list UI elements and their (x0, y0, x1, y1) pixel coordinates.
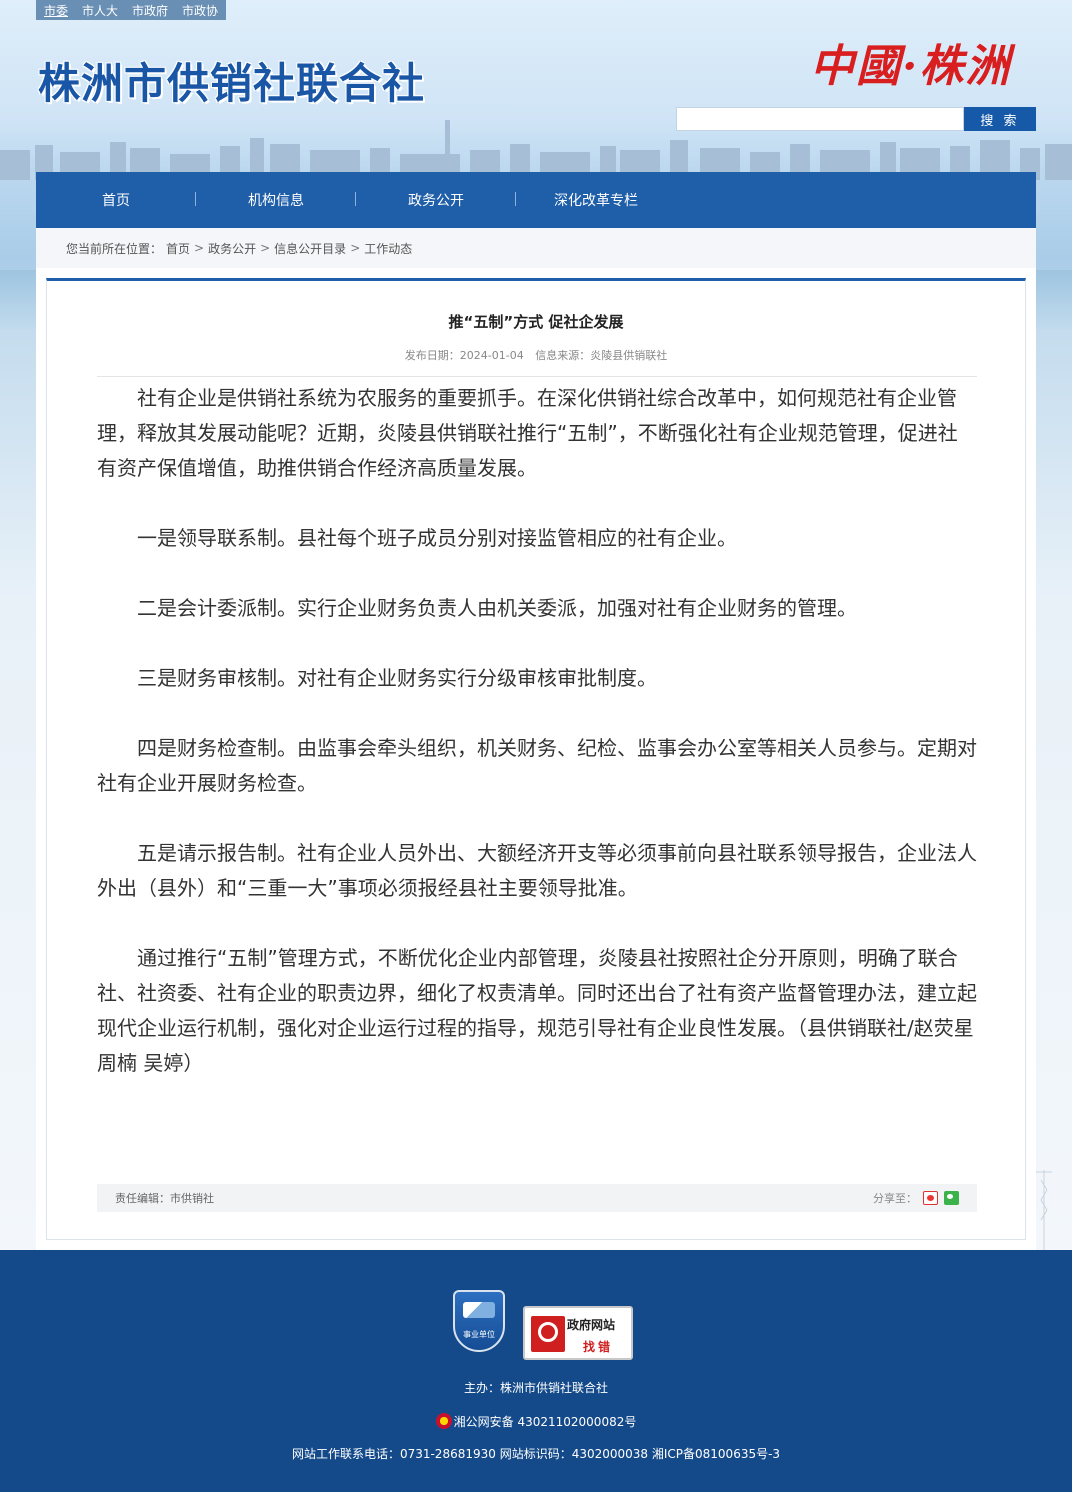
breadcrumb-separator: > (260, 241, 271, 255)
nav-item-gov-affairs[interactable]: 政务公开 (356, 190, 516, 210)
top-link-peoples-congress[interactable]: 市人大 (82, 2, 118, 19)
police-badge-icon (435, 1413, 452, 1429)
crane-decoration-icon (1036, 1170, 1052, 1250)
site-title-logo[interactable]: 株洲市供销社联合社 (38, 50, 425, 111)
article-paragraph: 五是请示报告制。社有企业人员外出、大额经济开支等必须事前向县社联系领导报告，企业… (97, 841, 977, 900)
nav-item-home[interactable]: 首页 (36, 190, 196, 210)
badge-text: 事业单位 (463, 1330, 495, 1339)
top-link-municipal-committee[interactable]: 市委 (44, 2, 68, 19)
footer-police-record[interactable]: 湘公网安备 43021102000082号 (0, 1413, 1072, 1430)
police-record-text: 湘公网安备 43021102000082号 (453, 1415, 637, 1429)
top-links-bar: 市委 市人大 市政府 市政协 (36, 0, 227, 20)
editor-bar: 责任编辑：市供销社 分享至： (97, 1184, 977, 1212)
article-paragraph: 四是财务检查制。由监事会牵头组织，机关财务、纪检、监事会办公室等相关人员参与。定… (97, 736, 977, 795)
article-paragraph: 一是领导联系制。县社每个班子成员分别对接监管相应的社有企业。 (137, 526, 737, 550)
article-title: 推“五制”方式 促社企发展 (448, 313, 624, 331)
share-label: 分享至： (873, 1192, 917, 1205)
article-paragraph: 二是会计委派制。实行企业财务负责人由机关委派，加强对社有企业财务的管理。 (137, 596, 857, 620)
article-paragraph: 通过推行“五制”管理方式，不断优化企业内部管理，炎陵县社按照社企分开原则，明确了… (97, 946, 977, 1075)
main-nav: 首页 机构信息 政务公开 深化改革专栏 (36, 172, 1036, 228)
magnifier-icon (531, 1316, 565, 1352)
error-badge-line1: 政府网站 (567, 1318, 616, 1332)
footer-sponsor: 主办：株洲市供销社联合社 (463, 1381, 608, 1395)
public-institution-badge-icon[interactable]: 事业单位 (453, 1290, 505, 1352)
search-button[interactable]: 搜 索 (964, 107, 1036, 131)
publish-date: 发布日期：2024-01-04 (404, 349, 524, 362)
breadcrumb-separator: > (350, 241, 361, 255)
share-area: 分享至： (873, 1190, 959, 1206)
wechat-share-icon[interactable] (944, 1191, 959, 1205)
breadcrumb-item-home[interactable]: 首页 (166, 240, 190, 257)
breadcrumb-item-work-news[interactable]: 工作动态 (364, 240, 412, 257)
search-input[interactable] (676, 107, 964, 131)
breadcrumb-item-info-catalog[interactable]: 信息公开目录 (274, 240, 346, 257)
article-meta: 发布日期：2024-01-04 信息来源：炎陵县供销联社 (47, 347, 1025, 363)
nav-item-org-info[interactable]: 机构信息 (196, 190, 356, 210)
site-footer: 事业单位 政府网站 找错 主办：株洲市供销社联合社 湘公网安备 43021102… (0, 1250, 1072, 1492)
nav-item-reform-column[interactable]: 深化改革专栏 (516, 190, 676, 210)
weibo-share-icon[interactable] (923, 1191, 938, 1205)
gov-site-error-report-badge[interactable]: 政府网站 找错 (523, 1306, 633, 1360)
article-paragraph: 三是财务审核制。对社有企业财务实行分级审核审批制度。 (137, 666, 657, 690)
breadcrumb: 您当前所在位置： 首页 > 政务公开 > 信息公开目录 > 工作动态 (36, 228, 1036, 268)
top-link-municipal-government[interactable]: 市政府 (132, 2, 168, 19)
info-source: 信息来源：炎陵县供销联社 (535, 349, 668, 362)
divider (97, 376, 977, 377)
article-card: 推“五制”方式 促社企发展 发布日期：2024-01-04 信息来源：炎陵县供销… (46, 278, 1026, 1240)
zhuzhou-brand-logo: 中國·株洲 (810, 41, 1012, 92)
breadcrumb-separator: > (194, 241, 205, 255)
footer-contact: 网站工作联系电话：0731-28681930 网站标识码：4302000038 … (291, 1447, 781, 1461)
responsible-editor: 责任编辑：市供销社 (115, 1192, 214, 1205)
breadcrumb-prefix: 您当前所在位置： (66, 241, 163, 256)
breadcrumb-item-gov-affairs[interactable]: 政务公开 (208, 240, 256, 257)
article-body: 社有企业是供销社系统为农服务的重要抓手。在深化供销社综合改革中，如何规范社有企业… (97, 381, 977, 1116)
top-link-cppcc[interactable]: 市政协 (182, 2, 218, 19)
article-paragraph: 社有企业是供销社系统为农服务的重要抓手。在深化供销社综合改革中，如何规范社有企业… (97, 386, 958, 480)
error-badge-line2: 找错 (583, 1340, 614, 1354)
